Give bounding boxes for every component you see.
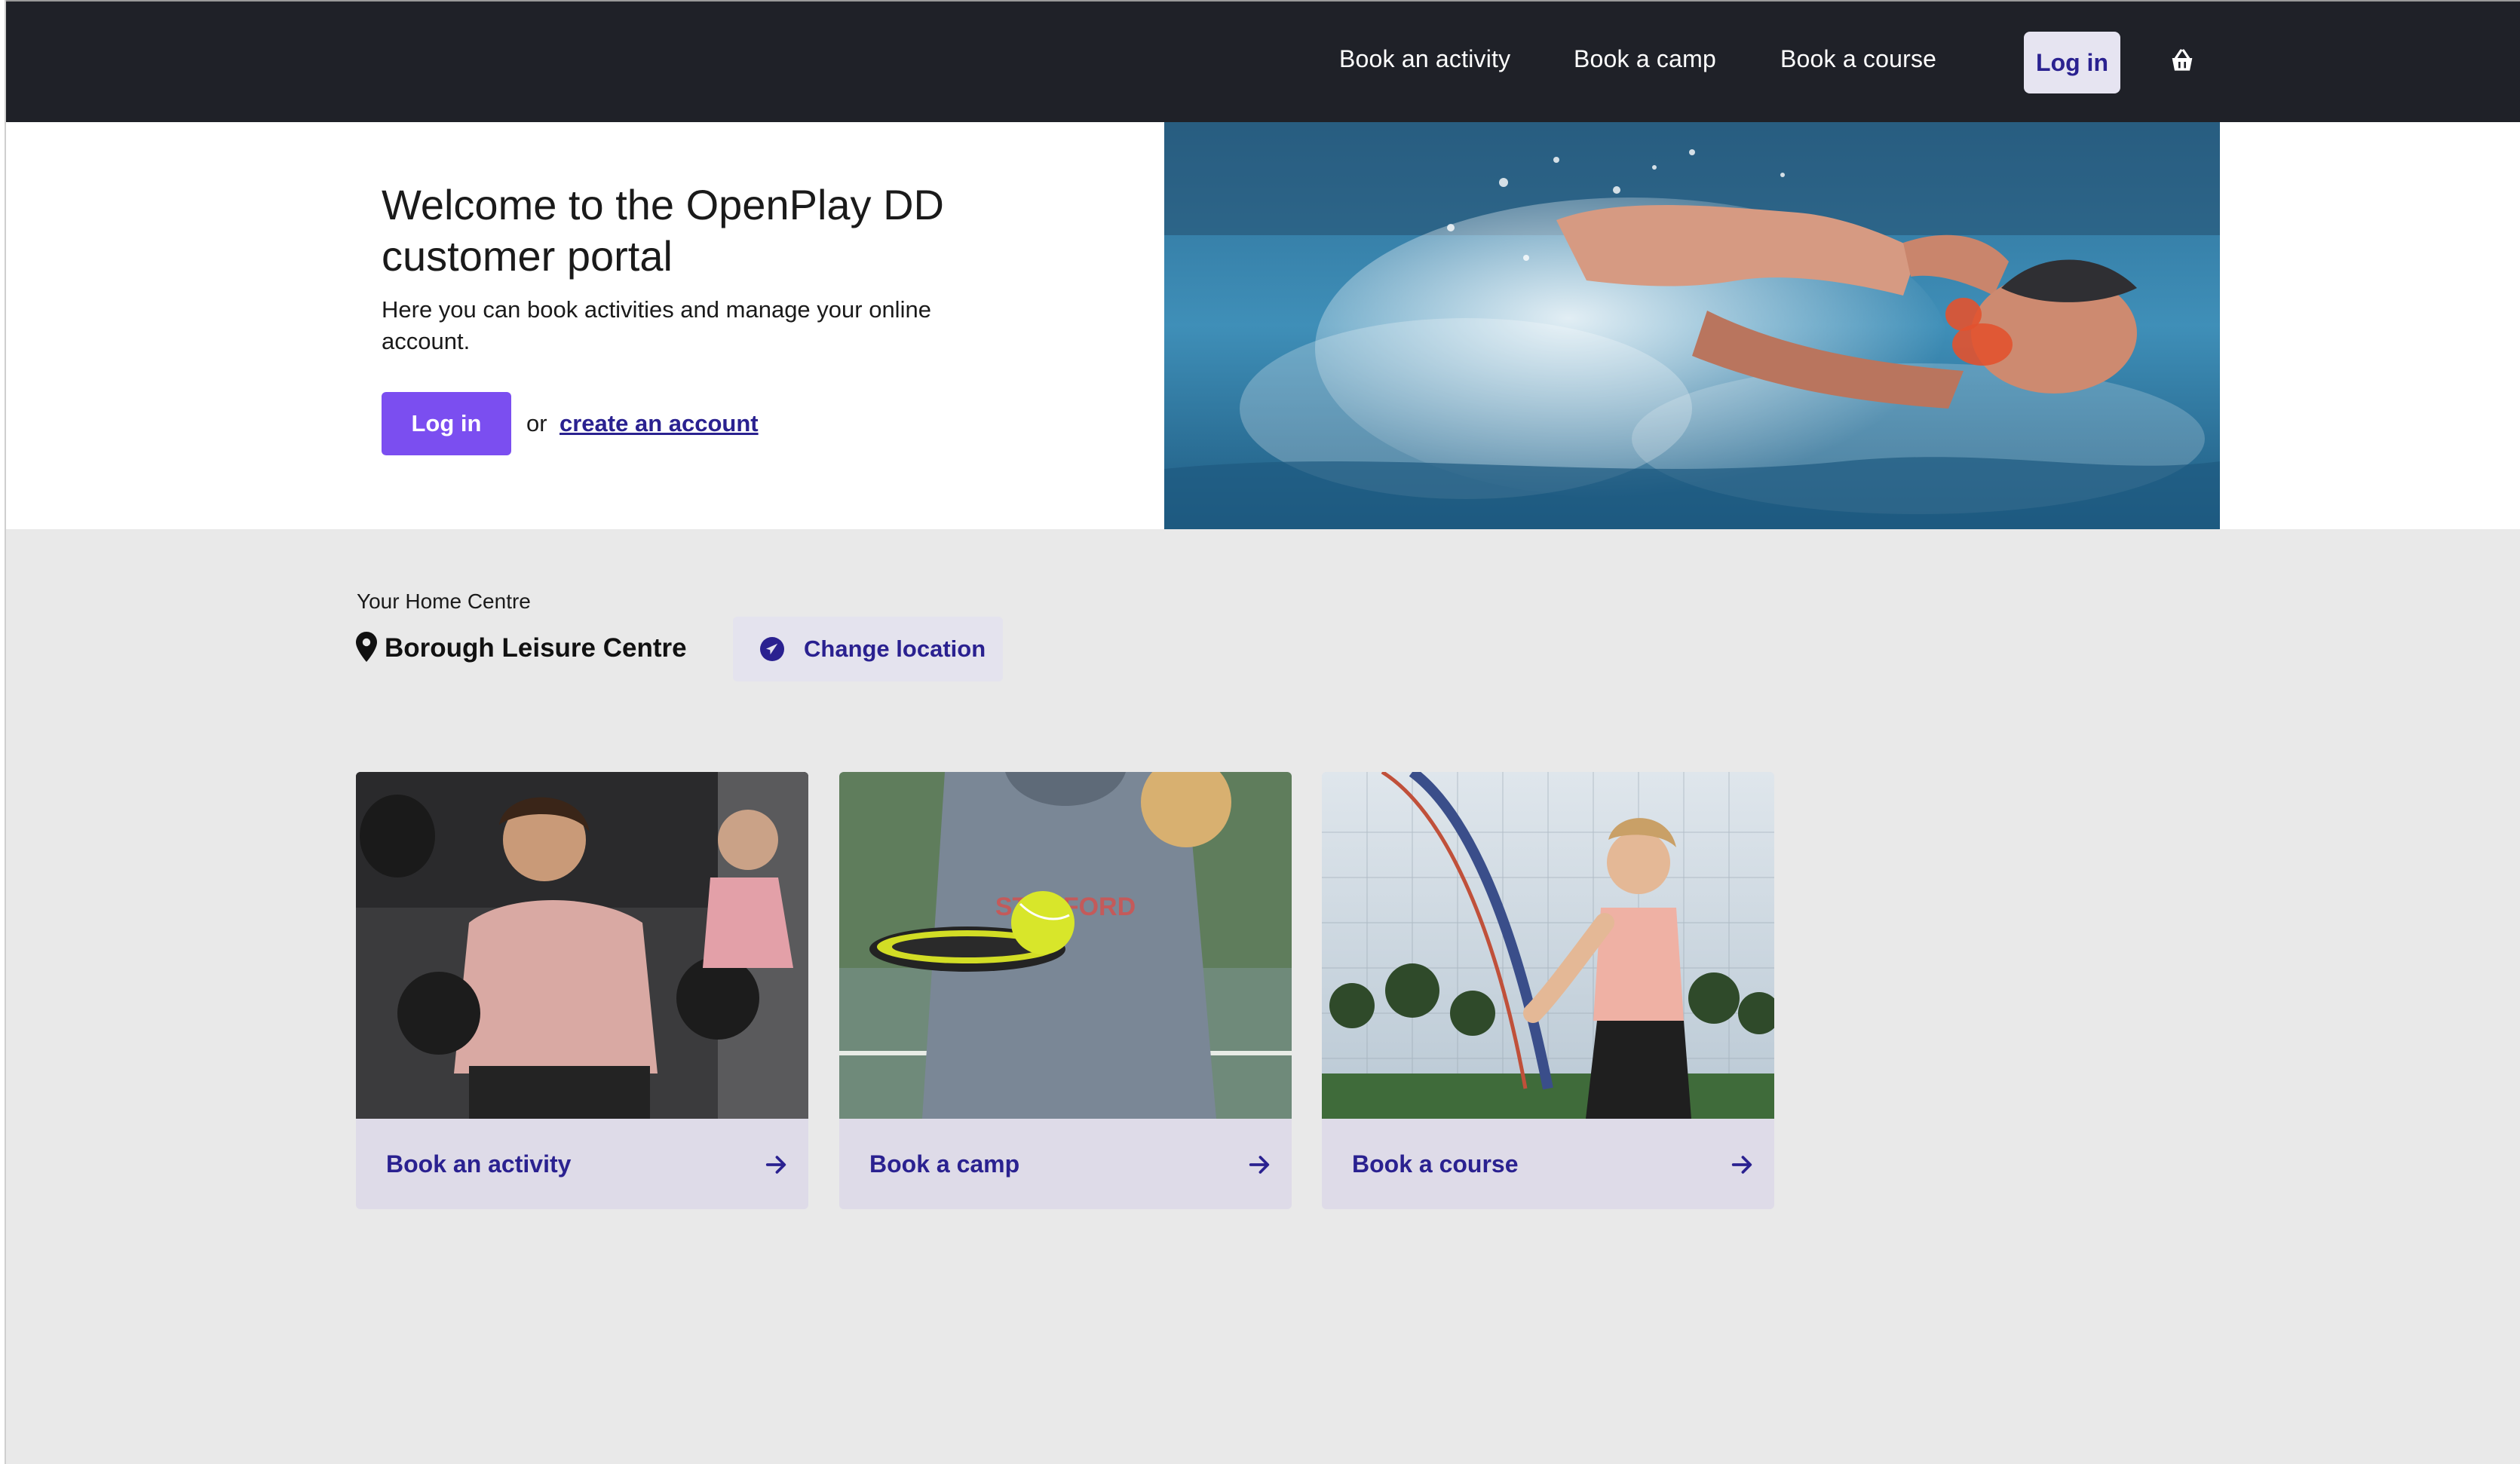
hero-title: Welcome to the OpenPlay DD customer port… xyxy=(382,181,944,280)
change-location-label: Change location xyxy=(804,636,986,662)
card-label: Book an activity xyxy=(386,1150,572,1178)
top-navigation-bar: Book an activity Book a camp Book a cour… xyxy=(5,0,2520,122)
tennis-player-photo xyxy=(1322,772,1774,1119)
card-footer: Book a course xyxy=(1322,1119,1774,1209)
nav-link-book-activity[interactable]: Book an activity xyxy=(1339,45,1510,73)
card-footer: Book an activity xyxy=(356,1119,808,1209)
card-book-activity[interactable]: Book an activity xyxy=(356,772,808,1209)
nav-login-button[interactable]: Log in xyxy=(2024,32,2120,93)
boxing-photo xyxy=(356,772,808,1119)
window-edge xyxy=(0,0,6,1464)
home-centre-name: Borough Leisure Centre xyxy=(385,633,687,663)
card-book-camp[interactable]: STANFORD Book a camp xyxy=(839,772,1292,1209)
hero-login-button[interactable]: Log in xyxy=(382,392,511,455)
tennis-ball-photo: STANFORD xyxy=(839,772,1292,1119)
card-book-course[interactable]: Book a course xyxy=(1322,772,1774,1209)
card-label: Book a course xyxy=(1352,1150,1519,1178)
card-footer: Book a camp xyxy=(839,1119,1292,1209)
hero-subtitle: Here you can book activities and manage … xyxy=(382,296,931,354)
hero-panel: Welcome to the OpenPlay DD customer port… xyxy=(5,122,1164,529)
nav-link-book-camp[interactable]: Book a camp xyxy=(1574,45,1716,73)
swimmer-photo xyxy=(1164,122,2220,529)
change-location-button[interactable]: Change location xyxy=(733,617,1003,681)
arrow-right-icon xyxy=(1731,1156,1752,1174)
location-pin-icon xyxy=(356,632,377,662)
home-centre-label: Your Home Centre xyxy=(357,590,531,613)
navigation-icon xyxy=(760,637,784,661)
basket-icon[interactable] xyxy=(2167,47,2197,77)
create-account-link[interactable]: create an account xyxy=(559,410,759,437)
hero-right-spacer xyxy=(2220,122,2520,529)
card-label: Book a camp xyxy=(869,1150,1020,1178)
arrow-right-icon xyxy=(765,1156,786,1174)
arrow-right-icon xyxy=(1249,1156,1270,1174)
or-text: or xyxy=(526,410,547,436)
nav-link-book-course[interactable]: Book a course xyxy=(1780,45,1936,73)
